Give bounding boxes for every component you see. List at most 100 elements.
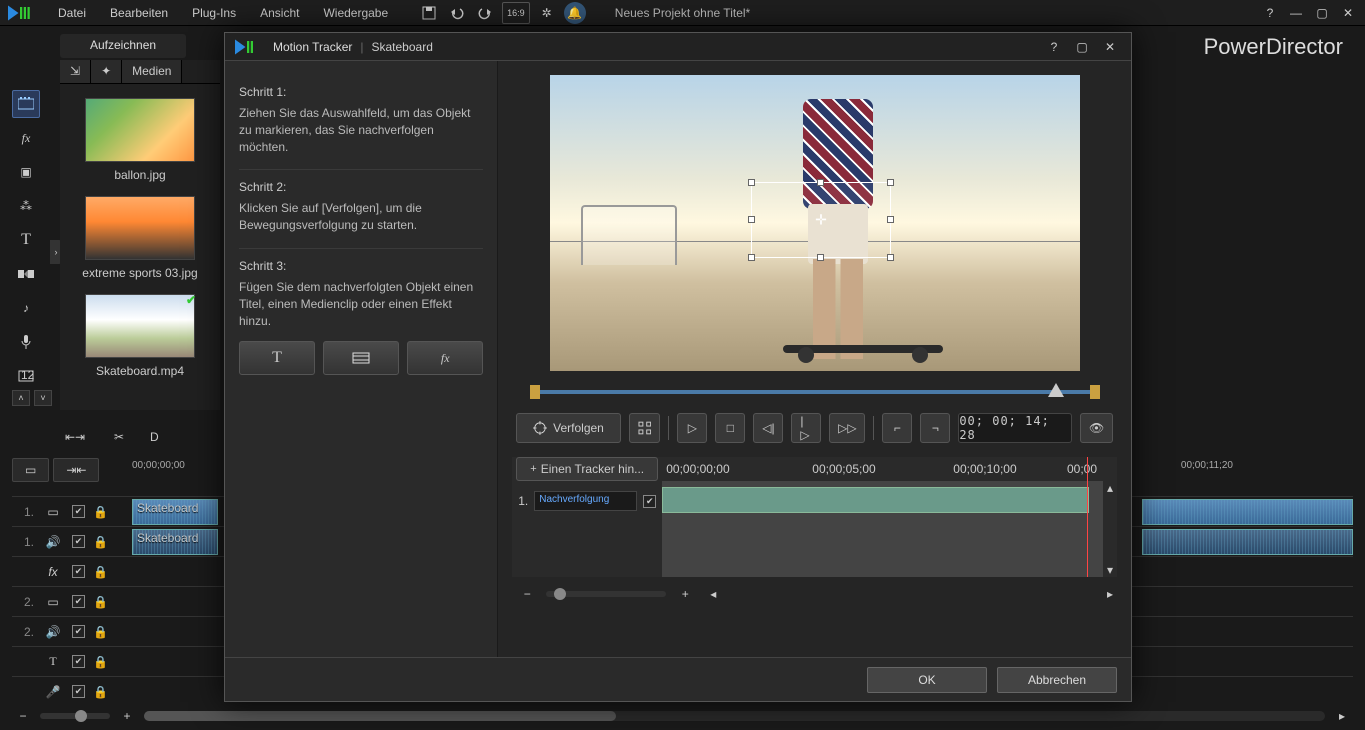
scissors-icon[interactable]: ✂: [106, 424, 132, 450]
stop-icon[interactable]: □: [715, 413, 745, 443]
timecode-display[interactable]: 00; 00; 14; 28: [958, 413, 1072, 443]
tracker-clip[interactable]: [662, 487, 1089, 513]
timeline-mode-a-icon[interactable]: ▭: [12, 458, 49, 482]
menu-plugins[interactable]: Plug-Ins: [182, 2, 246, 24]
lock-icon[interactable]: 🔒: [93, 535, 108, 549]
add-media-button[interactable]: [323, 341, 399, 375]
lock-icon[interactable]: 🔒: [93, 565, 108, 579]
scroll-right-icon[interactable]: ▸: [1331, 705, 1353, 727]
pip-room-icon[interactable]: ▣: [12, 158, 40, 186]
play-icon[interactable]: ▷: [677, 413, 707, 443]
dialog-close-icon[interactable]: ✕: [1099, 36, 1121, 58]
video-preview[interactable]: ✛: [550, 75, 1080, 371]
tracker-selection-box[interactable]: ✛: [751, 182, 891, 258]
import-tab-icon[interactable]: ⇲: [60, 60, 91, 83]
tracker-timeline-body[interactable]: 00;00;00;00 00;00;05;00 00;00;10;00 00;0…: [662, 457, 1117, 577]
grid-snap-icon[interactable]: [629, 413, 661, 443]
fx-track-icon[interactable]: fx: [42, 561, 64, 583]
audio-track-icon[interactable]: 🔊: [42, 621, 64, 643]
dialog-maximize-icon[interactable]: ▢: [1071, 36, 1093, 58]
tracker-zoom-in-icon[interactable]: +: [674, 583, 696, 605]
track-visible-checkbox[interactable]: ✔: [72, 535, 85, 548]
add-title-button[interactable]: T: [239, 341, 315, 375]
track-visible-checkbox[interactable]: ✔: [72, 505, 85, 518]
tracker-zoom-slider[interactable]: [546, 591, 666, 597]
track-visible-checkbox[interactable]: ✔: [72, 595, 85, 608]
ok-button[interactable]: OK: [867, 667, 987, 693]
media-tab[interactable]: Medien: [122, 60, 182, 83]
zoom-in-icon[interactable]: +: [116, 705, 138, 727]
panel-collapse-up-icon[interactable]: ˄: [12, 390, 30, 406]
mark-out-icon[interactable]: ¬: [920, 413, 950, 443]
prev-frame-icon[interactable]: ◁|: [753, 413, 783, 443]
audio-clip[interactable]: Skateboard: [132, 529, 218, 555]
media-item[interactable]: ballon.jpg: [60, 98, 220, 182]
media-item[interactable]: extreme sports 03.jpg: [60, 196, 220, 280]
transition-room-icon[interactable]: [12, 260, 40, 288]
zoom-out-icon[interactable]: −: [12, 705, 34, 727]
timeline-mode-b-icon[interactable]: ⇥⇤: [53, 458, 99, 482]
tracker-label-input[interactable]: Nachverfolgung: [534, 491, 637, 511]
mark-in-icon[interactable]: ⌐: [882, 413, 912, 443]
record-tab[interactable]: Aufzeichnen: [60, 34, 186, 58]
track-visible-checkbox[interactable]: ✔: [72, 685, 85, 698]
trim-width-icon[interactable]: ⇤⇥: [62, 424, 88, 450]
video-clip[interactable]: [1142, 499, 1353, 525]
settings-gear-icon[interactable]: ✲: [536, 2, 558, 24]
lock-icon[interactable]: 🔒: [93, 655, 108, 669]
lock-icon[interactable]: 🔒: [93, 685, 108, 699]
dialog-help-icon[interactable]: ?: [1043, 36, 1065, 58]
video-track-icon[interactable]: ▭: [42, 501, 64, 523]
chapter-room-icon[interactable]: 123: [12, 362, 40, 390]
audio-track-icon[interactable]: 🔊: [42, 531, 64, 553]
undo-icon[interactable]: [446, 2, 468, 24]
lock-icon[interactable]: 🔒: [93, 505, 108, 519]
fast-forward-icon[interactable]: ▷▷: [829, 413, 865, 443]
redo-icon[interactable]: [474, 2, 496, 24]
menu-file[interactable]: Datei: [48, 2, 96, 24]
media-room-icon[interactable]: [12, 90, 40, 118]
help-icon[interactable]: ?: [1259, 2, 1281, 24]
menu-edit[interactable]: Bearbeiten: [100, 2, 178, 24]
track-visible-checkbox[interactable]: ✔: [72, 625, 85, 638]
voice-track-icon[interactable]: 🎤: [42, 681, 64, 703]
particle-room-icon[interactable]: ⁂: [12, 192, 40, 220]
voice-room-icon[interactable]: [12, 328, 40, 356]
add-effect-button[interactable]: fx: [407, 341, 483, 375]
menu-view[interactable]: Ansicht: [250, 2, 309, 24]
lock-icon[interactable]: 🔒: [93, 625, 108, 639]
title-room-icon[interactable]: T: [12, 226, 40, 254]
title-track-icon[interactable]: T: [42, 651, 64, 673]
seek-bar[interactable]: [530, 385, 1100, 399]
lock-icon[interactable]: 🔒: [93, 595, 108, 609]
audio-clip[interactable]: [1142, 529, 1353, 555]
audio-room-icon[interactable]: ♪: [12, 294, 40, 322]
minimize-icon[interactable]: —: [1285, 2, 1307, 24]
notification-bell-icon[interactable]: 🔔: [564, 2, 586, 24]
maximize-icon[interactable]: ▢: [1311, 2, 1333, 24]
media-item[interactable]: ✔ Skateboard.mp4: [60, 294, 220, 378]
panel-expand-down-icon[interactable]: ˅: [34, 390, 52, 406]
aspect-ratio-button[interactable]: 16:9: [502, 2, 530, 24]
plugin-tab-icon[interactable]: ✦: [91, 60, 122, 83]
tracker-enable-checkbox[interactable]: ✔: [643, 495, 656, 508]
zoom-slider[interactable]: [40, 713, 110, 719]
next-frame-icon[interactable]: |▷: [791, 413, 821, 443]
playhead-icon[interactable]: [1048, 383, 1064, 397]
add-tracker-button[interactable]: +Einen Tracker hin...: [516, 457, 658, 481]
close-icon[interactable]: ✕: [1337, 2, 1359, 24]
tracker-playhead[interactable]: [1087, 457, 1088, 577]
save-icon[interactable]: [418, 2, 440, 24]
cancel-button[interactable]: Abbrechen: [997, 667, 1117, 693]
video-clip[interactable]: Skateboard: [132, 499, 218, 525]
tracker-vertical-scrollbar[interactable]: ▴▾: [1103, 481, 1117, 577]
horizontal-scrollbar[interactable]: [144, 711, 1325, 721]
tracker-scroll-right-icon[interactable]: ▸: [1107, 587, 1113, 601]
track-button[interactable]: Verfolgen: [516, 413, 621, 443]
track-visible-checkbox[interactable]: ✔: [72, 565, 85, 578]
preview-quality-icon[interactable]: 👁: [1080, 413, 1113, 443]
video-track-icon[interactable]: ▭: [42, 591, 64, 613]
tracker-scroll-left-icon[interactable]: ◂: [710, 587, 716, 601]
menu-playback[interactable]: Wiedergabe: [313, 2, 398, 24]
track-visible-checkbox[interactable]: ✔: [72, 655, 85, 668]
